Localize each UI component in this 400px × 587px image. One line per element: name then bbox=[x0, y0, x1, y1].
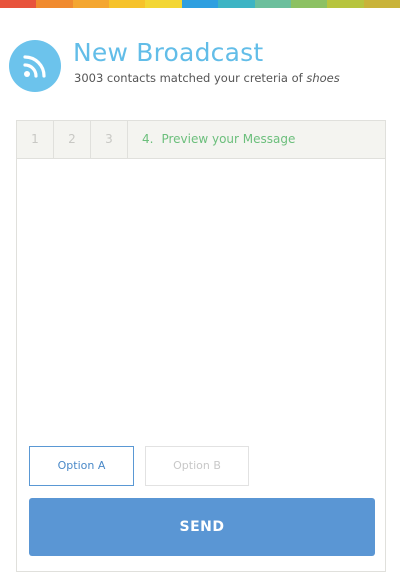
step-tabs: 1 2 3 4. Preview your Message bbox=[17, 121, 385, 159]
rainbow-stripe bbox=[0, 0, 400, 8]
rainbow-segment bbox=[36, 0, 73, 8]
rainbow-segment bbox=[290, 0, 328, 8]
rainbow-segment bbox=[109, 0, 146, 8]
rainbow-segment bbox=[145, 0, 182, 8]
step-4-tab-active[interactable]: 4. Preview your Message bbox=[142, 121, 295, 158]
broadcast-card: 1 2 3 4. Preview your Message Option A Op… bbox=[16, 120, 386, 572]
rainbow-segment bbox=[181, 0, 219, 8]
page-title: New Broadcast bbox=[73, 38, 264, 67]
rainbow-segment bbox=[218, 0, 255, 8]
subtitle-keyword: shoes bbox=[306, 71, 340, 85]
step-3-tab[interactable]: 3 bbox=[91, 121, 128, 158]
page-subtitle: 3003 contacts matched your creteria of s… bbox=[74, 71, 340, 85]
subtitle-text: 3003 contacts matched your creteria of bbox=[74, 71, 307, 85]
rainbow-segment bbox=[363, 0, 400, 8]
step-4-label: Preview your Message bbox=[161, 132, 296, 146]
step-4-number: 4. bbox=[142, 132, 154, 146]
step-1-tab[interactable]: 1 bbox=[17, 121, 54, 158]
rainbow-segment bbox=[72, 0, 110, 8]
rainbow-segment bbox=[327, 0, 364, 8]
send-button[interactable]: SEND bbox=[29, 498, 375, 556]
option-a-button[interactable]: Option A bbox=[29, 446, 134, 486]
rainbow-segment bbox=[254, 0, 291, 8]
rainbow-segment bbox=[0, 0, 37, 8]
rss-icon bbox=[9, 40, 61, 92]
step-2-tab[interactable]: 2 bbox=[54, 121, 91, 158]
page-header: New Broadcast 3003 contacts matched your… bbox=[9, 36, 389, 96]
option-b-button[interactable]: Option B bbox=[145, 446, 249, 486]
